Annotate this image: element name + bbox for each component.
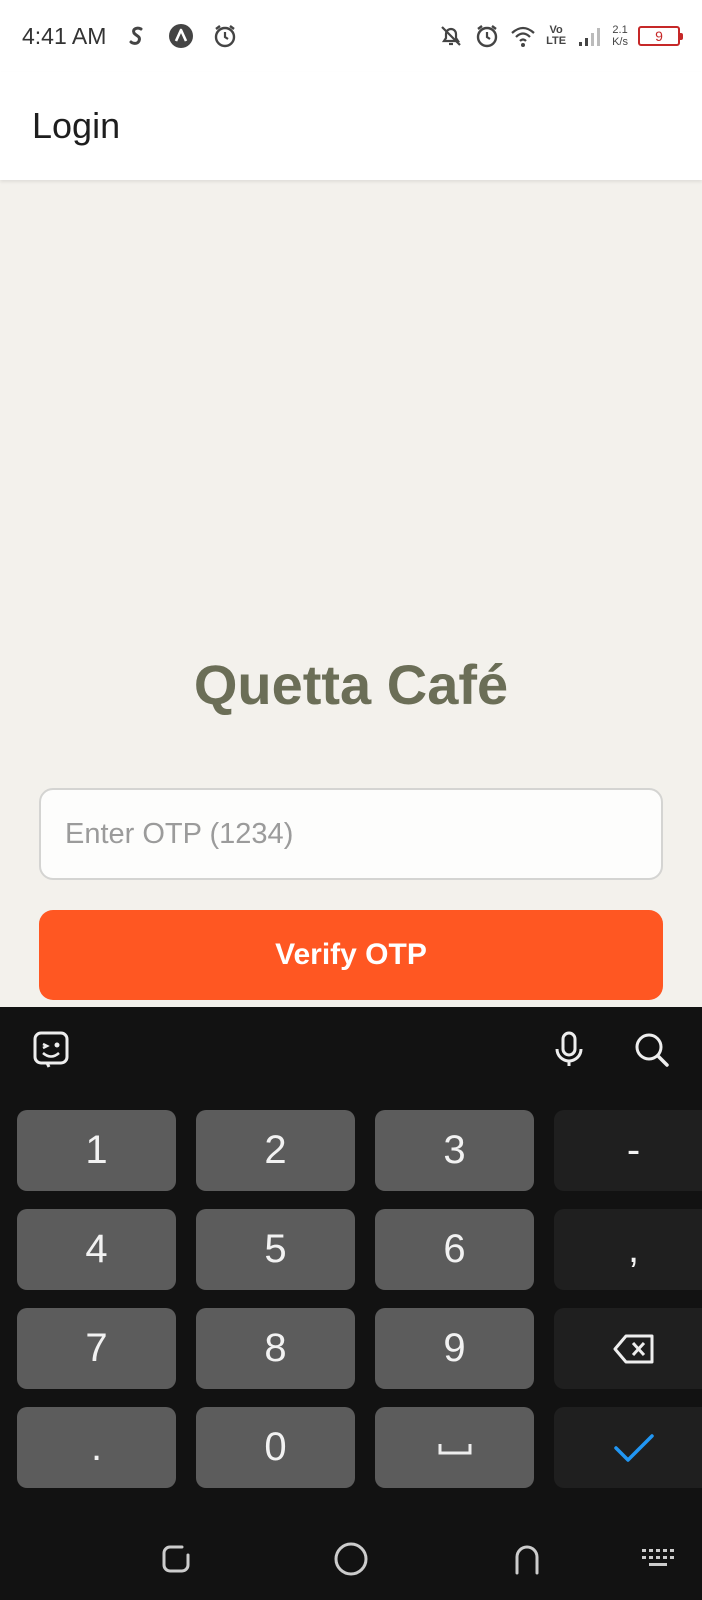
back-icon[interactable]: [505, 1537, 549, 1581]
key-0[interactable]: 0: [196, 1407, 355, 1488]
wifi-icon: [510, 23, 536, 49]
key-dot[interactable]: .: [17, 1407, 176, 1488]
sticker-icon[interactable]: [29, 1027, 73, 1071]
enter-check-icon: [613, 1433, 654, 1462]
key-5[interactable]: 5: [196, 1209, 355, 1290]
key-7[interactable]: 7: [17, 1308, 176, 1389]
key-6[interactable]: 6: [375, 1209, 534, 1290]
key-9[interactable]: 9: [375, 1308, 534, 1389]
key-8[interactable]: 8: [196, 1308, 355, 1389]
navigation-bar: [0, 1517, 702, 1600]
volte-bottom: LTE: [546, 35, 567, 47]
brand-title: Quetta Café: [193, 653, 509, 716]
a-app-icon: [168, 23, 194, 49]
status-time: 4:41 AM: [22, 22, 107, 49]
s-app-icon: [124, 23, 150, 49]
alarm-icon: [474, 23, 500, 49]
net-speed-unit: K/s: [612, 36, 628, 48]
recents-icon[interactable]: [154, 1537, 198, 1581]
app-bar: Login: [0, 72, 702, 180]
net-speed: 2.1 K/s: [612, 24, 628, 48]
keyboard-switch-icon[interactable]: [636, 1537, 680, 1581]
volte-indicator: Vo LTE: [546, 25, 566, 47]
keyboard-toolbar: [0, 1007, 702, 1095]
space-icon: [438, 1443, 471, 1454]
net-speed-value: 2.1: [612, 24, 628, 36]
keyboard: 1 2 3 - 4 5 6 , 7 8 9 . 0: [0, 1007, 702, 1600]
search-icon[interactable]: [629, 1027, 673, 1071]
key-3[interactable]: 3: [375, 1110, 534, 1191]
key-comma[interactable]: ,: [554, 1209, 702, 1290]
signal-icon: [576, 23, 602, 49]
backspace-key[interactable]: [554, 1308, 702, 1389]
microphone-icon[interactable]: [547, 1027, 591, 1071]
alarm-icon: [212, 23, 238, 49]
key-dash[interactable]: -: [554, 1110, 702, 1191]
key-2[interactable]: 2: [196, 1110, 355, 1191]
status-left: 4:41 AM: [22, 23, 438, 50]
key-4[interactable]: 4: [17, 1209, 176, 1290]
space-key[interactable]: [375, 1407, 534, 1488]
backspace-icon: [613, 1334, 653, 1363]
home-icon[interactable]: [329, 1537, 373, 1581]
status-bar: 4:41 AM Vo LTE 2.1 K/s 9: [0, 0, 702, 72]
status-right: Vo LTE 2.1 K/s 9: [438, 23, 683, 49]
battery-icon: 9: [638, 26, 683, 46]
enter-key[interactable]: [554, 1407, 702, 1488]
notifications-off-icon: [438, 23, 464, 49]
page-title: Login: [32, 105, 121, 146]
key-1[interactable]: 1: [17, 1110, 176, 1191]
verify-otp-button[interactable]: Verify OTP: [39, 910, 663, 1000]
otp-input[interactable]: [39, 788, 663, 880]
battery-level: 9: [655, 28, 663, 44]
